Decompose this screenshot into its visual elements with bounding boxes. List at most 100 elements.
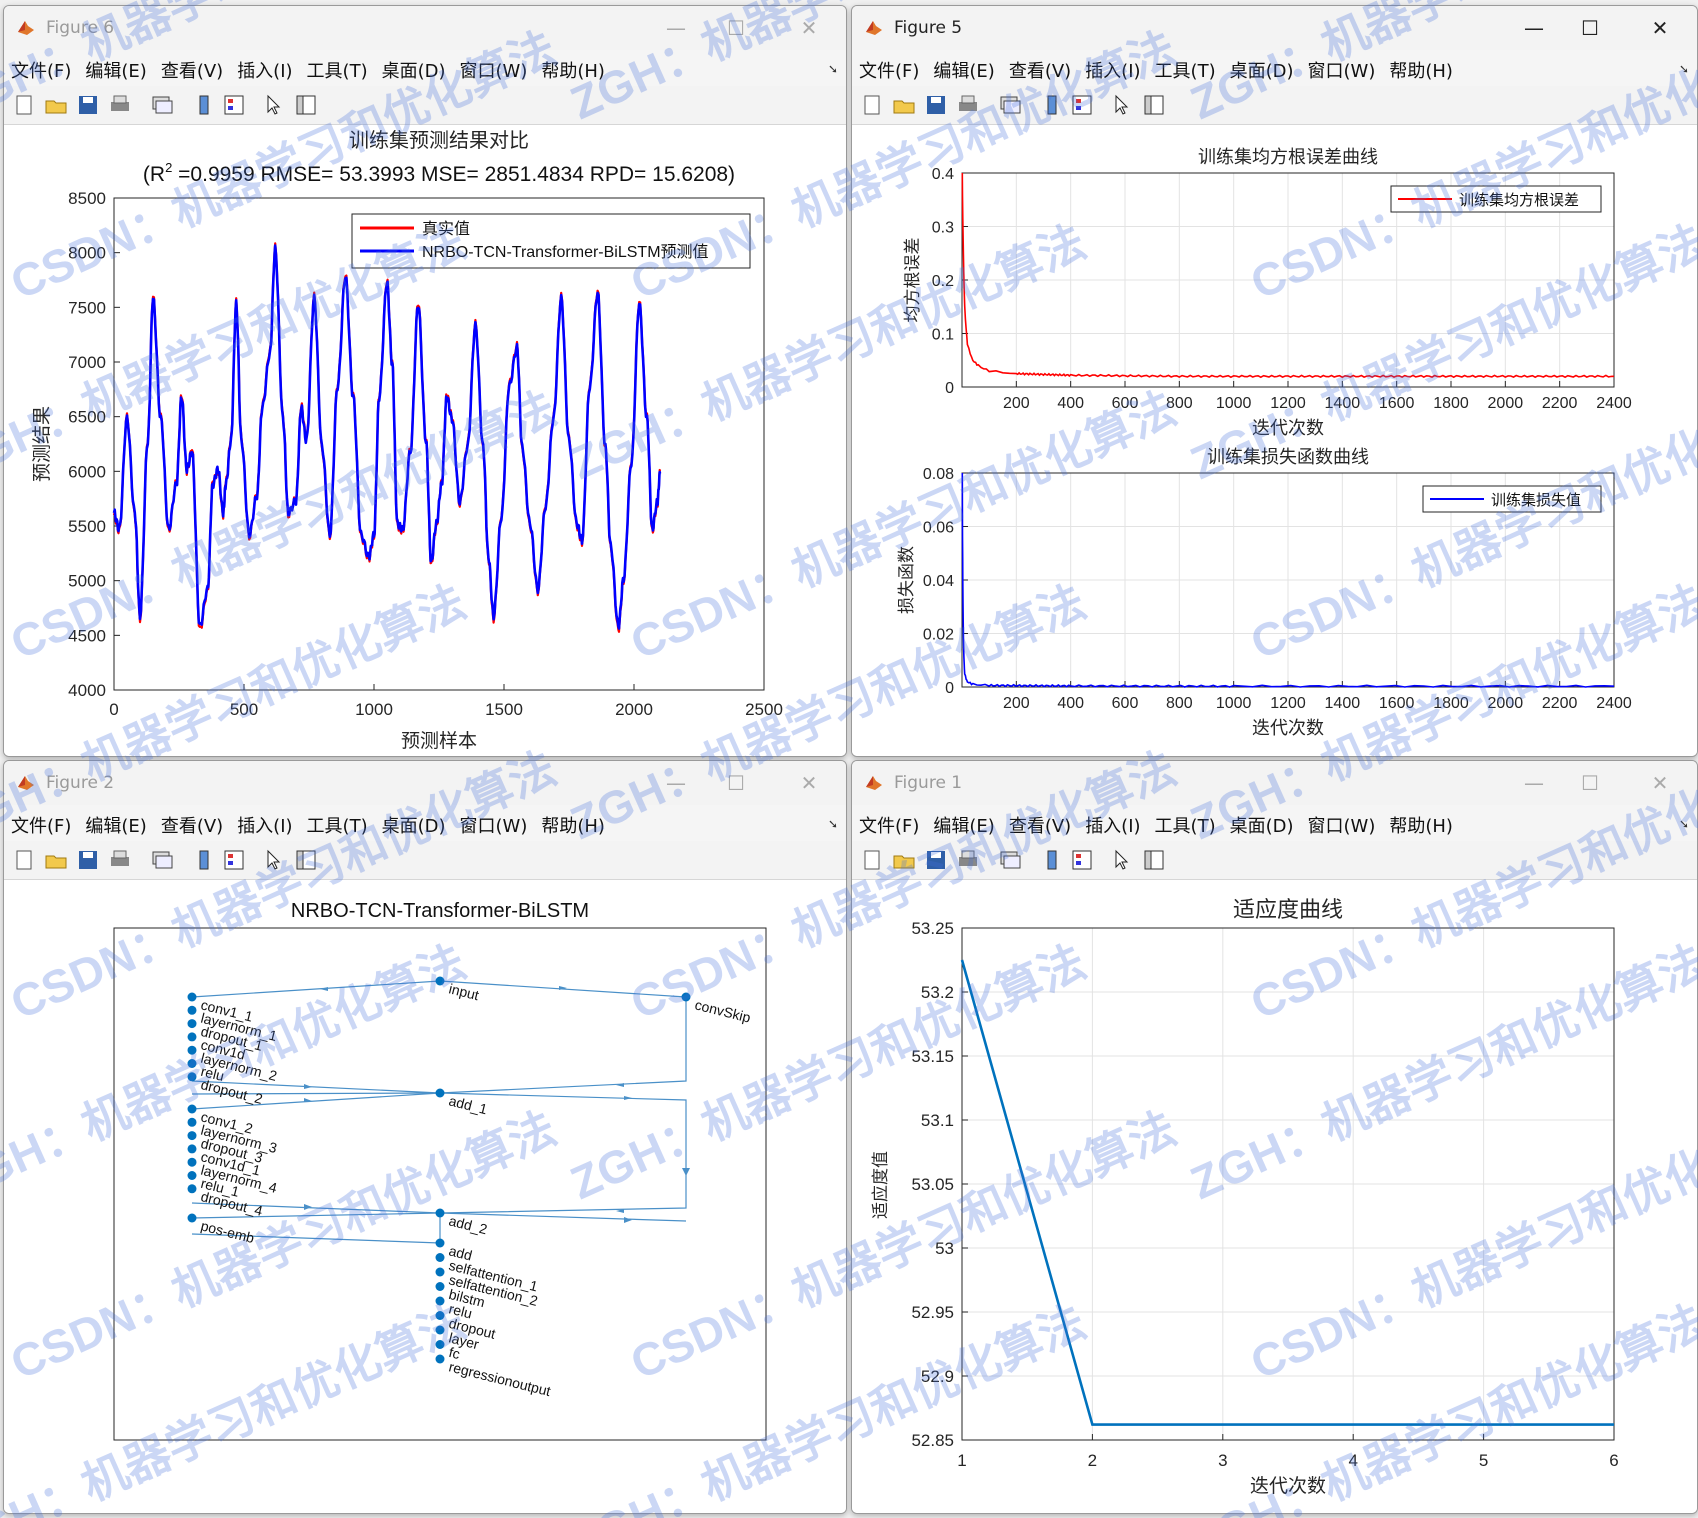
open-file-icon[interactable] bbox=[892, 848, 916, 872]
menu-bar: 文件(F) 编辑(E) 查看(V) 插入(I) 工具(T) 桌面(D) 窗口(W) 帮助(H)… bbox=[4, 50, 846, 86]
new-figure-icon[interactable] bbox=[860, 848, 884, 872]
figure-canvas: 训练集均方根误差曲线 0 0.1 0.2 0.3 0.4 200 400 600 800 1000… bbox=[852, 125, 1697, 756]
menu-window[interactable]: 窗口(W) bbox=[1301, 805, 1383, 838]
legend-icon[interactable] bbox=[222, 93, 246, 117]
x-tick-label: 1 bbox=[957, 1451, 966, 1470]
minimize-button[interactable]: — bbox=[656, 14, 696, 42]
property-inspector-icon[interactable] bbox=[1142, 93, 1166, 117]
close-button[interactable]: ✕ bbox=[789, 14, 829, 42]
close-button[interactable]: ✕ bbox=[1640, 14, 1680, 42]
graph-node bbox=[187, 1019, 197, 1029]
print-icon[interactable] bbox=[956, 848, 980, 872]
property-inspector-icon[interactable] bbox=[294, 848, 318, 872]
menu-overflow-arrow-icon[interactable]: ➘ bbox=[1679, 62, 1689, 76]
menu-help[interactable]: 帮助(H) bbox=[534, 50, 612, 83]
minimize-button[interactable]: — bbox=[656, 769, 696, 797]
graph-node bbox=[187, 992, 197, 1002]
minimize-button[interactable]: — bbox=[1514, 14, 1554, 42]
link-plot-icon[interactable] bbox=[998, 93, 1022, 117]
open-file-icon[interactable] bbox=[44, 93, 68, 117]
menu-desktop[interactable]: 桌面(D) bbox=[375, 50, 453, 83]
menu-edit[interactable]: 编辑(E) bbox=[78, 50, 153, 83]
menu-file[interactable]: 文件(F) bbox=[4, 805, 78, 838]
title-bar[interactable]: Figure 2 — ☐ ✕ bbox=[4, 761, 846, 805]
menu-tools[interactable]: 工具(T) bbox=[1148, 805, 1223, 838]
menu-insert[interactable]: 插入(I) bbox=[1078, 50, 1147, 83]
save-icon[interactable] bbox=[76, 93, 100, 117]
property-inspector-icon[interactable] bbox=[294, 93, 318, 117]
maximize-button[interactable]: ☐ bbox=[1570, 14, 1610, 42]
menu-view[interactable]: 查看(V) bbox=[154, 805, 230, 838]
pointer-icon[interactable] bbox=[262, 848, 286, 872]
menu-tools[interactable]: 工具(T) bbox=[300, 805, 375, 838]
menu-tools[interactable]: 工具(T) bbox=[300, 50, 375, 83]
close-button[interactable]: ✕ bbox=[789, 769, 829, 797]
menu-file[interactable]: 文件(F) bbox=[852, 805, 926, 838]
colorbar-icon[interactable] bbox=[192, 93, 216, 117]
x-tick-label: 1400 bbox=[1325, 695, 1361, 712]
legend-icon[interactable] bbox=[1070, 848, 1094, 872]
maximize-button[interactable]: ☐ bbox=[716, 14, 756, 42]
menu-file[interactable]: 文件(F) bbox=[4, 50, 78, 83]
y-tick-label: 53.05 bbox=[911, 1175, 954, 1194]
open-file-icon[interactable] bbox=[892, 93, 916, 117]
minimize-button[interactable]: — bbox=[1514, 769, 1554, 797]
title-bar[interactable]: Figure 1 — ☐ ✕ bbox=[852, 761, 1697, 805]
menu-desktop[interactable]: 桌面(D) bbox=[1223, 805, 1301, 838]
menu-overflow-arrow-icon[interactable]: ➘ bbox=[1679, 817, 1689, 831]
link-plot-icon[interactable] bbox=[998, 848, 1022, 872]
menu-desktop[interactable]: 桌面(D) bbox=[1223, 50, 1301, 83]
maximize-button[interactable]: ☐ bbox=[716, 769, 756, 797]
menu-file[interactable]: 文件(F) bbox=[852, 50, 926, 83]
colorbar-icon[interactable] bbox=[1040, 93, 1064, 117]
menu-tools[interactable]: 工具(T) bbox=[1148, 50, 1223, 83]
print-icon[interactable] bbox=[108, 848, 132, 872]
menu-desktop[interactable]: 桌面(D) bbox=[375, 805, 453, 838]
x-tick-label: 1800 bbox=[1433, 395, 1469, 412]
menu-window[interactable]: 窗口(W) bbox=[453, 805, 535, 838]
new-figure-icon[interactable] bbox=[12, 93, 36, 117]
link-plot-icon[interactable] bbox=[150, 848, 174, 872]
link-plot-icon[interactable] bbox=[150, 93, 174, 117]
legend-icon[interactable] bbox=[222, 848, 246, 872]
figure2-window: Figure 2 — ☐ ✕ 文件(F) 编辑(E) 查看(V) 插入(I) 工具(T)… bbox=[3, 760, 847, 1514]
pointer-icon[interactable] bbox=[262, 93, 286, 117]
close-button[interactable]: ✕ bbox=[1640, 769, 1680, 797]
title-bar[interactable]: Figure 5 — ☐ ✕ bbox=[852, 6, 1697, 50]
menu-view[interactable]: 查看(V) bbox=[1002, 50, 1078, 83]
menu-help[interactable]: 帮助(H) bbox=[1382, 805, 1460, 838]
save-icon[interactable] bbox=[76, 848, 100, 872]
menu-edit[interactable]: 编辑(E) bbox=[926, 50, 1001, 83]
fitness-title: 适应度曲线 bbox=[1233, 898, 1343, 923]
property-inspector-icon[interactable] bbox=[1142, 848, 1166, 872]
graph-node bbox=[681, 992, 691, 1002]
menu-overflow-arrow-icon[interactable]: ➘ bbox=[828, 62, 838, 76]
menu-view[interactable]: 查看(V) bbox=[1002, 805, 1078, 838]
open-file-icon[interactable] bbox=[44, 848, 68, 872]
menu-view[interactable]: 查看(V) bbox=[154, 50, 230, 83]
colorbar-icon[interactable] bbox=[1040, 848, 1064, 872]
new-figure-icon[interactable] bbox=[860, 93, 884, 117]
colorbar-icon[interactable] bbox=[192, 848, 216, 872]
pointer-icon[interactable] bbox=[1110, 848, 1134, 872]
menu-help[interactable]: 帮助(H) bbox=[534, 805, 612, 838]
save-icon[interactable] bbox=[924, 848, 948, 872]
menu-window[interactable]: 窗口(W) bbox=[453, 50, 535, 83]
pointer-icon[interactable] bbox=[1110, 93, 1134, 117]
print-icon[interactable] bbox=[108, 93, 132, 117]
menu-overflow-arrow-icon[interactable]: ➘ bbox=[828, 817, 838, 831]
print-icon[interactable] bbox=[956, 93, 980, 117]
menu-help[interactable]: 帮助(H) bbox=[1382, 50, 1460, 83]
legend-icon[interactable] bbox=[1070, 93, 1094, 117]
x-tick-label: 800 bbox=[1166, 695, 1193, 712]
menu-insert[interactable]: 插入(I) bbox=[1078, 805, 1147, 838]
maximize-button[interactable]: ☐ bbox=[1570, 769, 1610, 797]
menu-window[interactable]: 窗口(W) bbox=[1301, 50, 1383, 83]
save-icon[interactable] bbox=[924, 93, 948, 117]
menu-edit[interactable]: 编辑(E) bbox=[926, 805, 1001, 838]
title-bar[interactable]: Figure 6 — ☐ ✕ bbox=[4, 6, 846, 50]
menu-insert[interactable]: 插入(I) bbox=[230, 50, 299, 83]
menu-edit[interactable]: 编辑(E) bbox=[78, 805, 153, 838]
menu-insert[interactable]: 插入(I) bbox=[230, 805, 299, 838]
new-figure-icon[interactable] bbox=[12, 848, 36, 872]
